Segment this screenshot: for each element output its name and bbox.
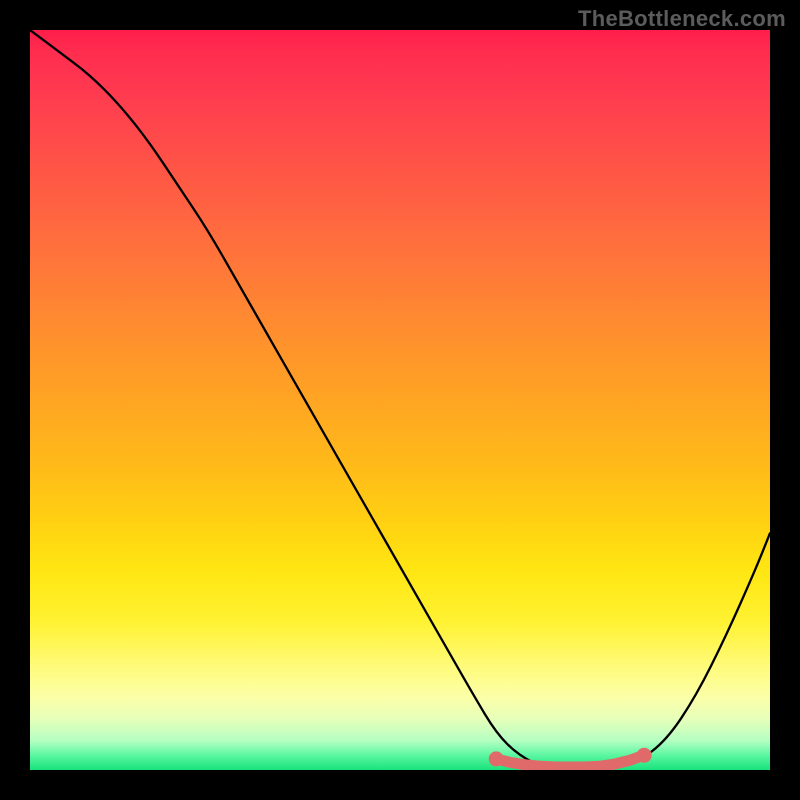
chart-svg	[30, 30, 770, 770]
plot-area	[30, 30, 770, 770]
optimal-range-dot	[489, 751, 504, 766]
optimal-range-stroke	[496, 755, 644, 767]
chart-frame: TheBottleneck.com	[0, 0, 800, 800]
bottleneck-curve	[30, 30, 770, 770]
watermark-text: TheBottleneck.com	[578, 6, 786, 32]
optimal-range-dot	[637, 748, 652, 763]
plot-inner	[30, 30, 770, 770]
